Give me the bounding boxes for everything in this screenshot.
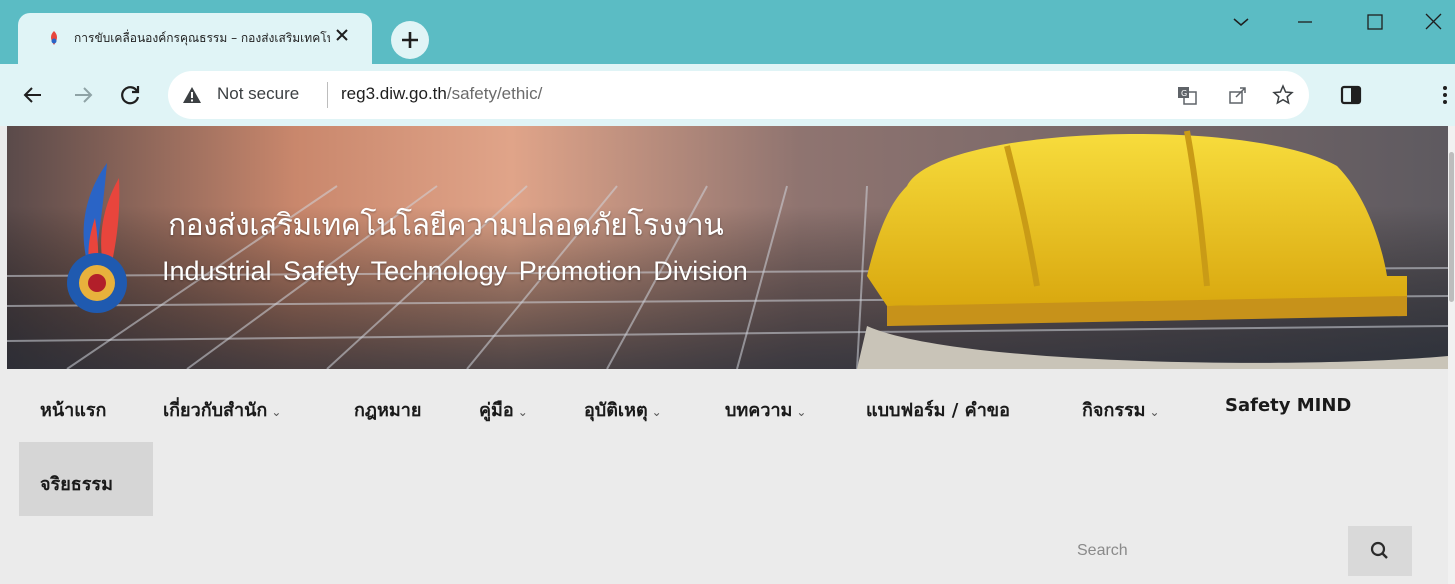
chevron-down-icon: ⌄ — [796, 405, 807, 419]
search-icon — [1370, 541, 1388, 559]
back-arrow-icon[interactable] — [20, 82, 46, 108]
division-logo — [67, 163, 127, 313]
chevron-down-icon: ⌄ — [517, 405, 528, 419]
menu-item-forms[interactable]: แบบฟอร์ม / คำขอ — [866, 395, 1010, 424]
close-tab-icon[interactable] — [332, 25, 352, 45]
address-bar[interactable]: Not secure reg3.diw.go.th/safety/ethic/ … — [168, 71, 1309, 119]
menu-item-about[interactable]: เกี่ยวกับสำนัก ⌄ — [163, 395, 281, 424]
menu-item-articles[interactable]: บทความ ⌄ — [725, 395, 806, 424]
menu-item-ethics-label: จริยธรรม — [40, 474, 113, 495]
menu-item-label: กฎหมาย — [354, 400, 422, 421]
browser-tab[interactable]: การขับเคลื่อนองค์กรคุณธรรม – กองส่งเสริม… — [18, 13, 372, 64]
close-window-button[interactable] — [1413, 2, 1455, 42]
menu-item-label: Safety MIND — [1225, 395, 1352, 416]
menu-item-safety-mind[interactable]: Safety MIND — [1225, 395, 1351, 416]
new-tab-button[interactable] — [391, 21, 429, 59]
reload-icon[interactable] — [117, 82, 143, 108]
banner-title-thai: กองส่งเสริมเทคโนโลยีความปลอดภัยโรงงาน — [168, 208, 724, 243]
url-text[interactable]: reg3.diw.go.th/safety/ethic/ — [341, 84, 542, 104]
close-icon — [1425, 13, 1442, 30]
menu-item-label: หน้าแรก — [40, 400, 107, 421]
banner-title-english: Industrial Safety Technology Promotion D… — [162, 256, 748, 286]
bookmark-star-icon[interactable] — [1272, 84, 1294, 106]
share-icon[interactable] — [1227, 84, 1249, 106]
browser-toolbar: Not secure reg3.diw.go.th/safety/ethic/ … — [0, 64, 1455, 126]
menu-item-label: บทความ — [725, 400, 793, 421]
plus-icon — [402, 32, 418, 48]
site-favicon-icon — [51, 31, 57, 45]
menu-item-label: คู่มือ — [479, 400, 514, 421]
search-button[interactable] — [1348, 526, 1412, 576]
menu-item-label: แบบฟอร์ม / คำขอ — [866, 400, 1010, 421]
minimize-icon — [1298, 21, 1312, 23]
side-panel-icon[interactable] — [1338, 82, 1364, 108]
translate-icon[interactable]: G — [1176, 84, 1198, 106]
menu-item-accident[interactable]: อุบัติเหตุ ⌄ — [584, 395, 662, 424]
menu-item-label: อุบัติเหตุ — [584, 400, 648, 421]
page-scrollbar-thumb[interactable] — [1449, 152, 1454, 302]
maximize-icon — [1367, 14, 1383, 30]
search-input[interactable] — [1063, 526, 1348, 576]
browser-menu-icon[interactable] — [1432, 82, 1455, 108]
tab-search-button[interactable] — [1216, 2, 1266, 42]
menu-item-law[interactable]: กฎหมาย — [354, 395, 421, 424]
site-header-banner: กองส่งเสริมเทคโนโลยีความปลอดภัยโรงงาน In… — [7, 126, 1448, 369]
warning-triangle-icon[interactable] — [182, 85, 202, 105]
chevron-down-icon: ⌄ — [271, 405, 282, 419]
chevron-down-icon: ⌄ — [651, 405, 662, 419]
menu-item-manual[interactable]: คู่มือ ⌄ — [479, 395, 528, 424]
security-status-label[interactable]: Not secure — [217, 84, 299, 104]
chevron-down-icon: ⌄ — [1149, 405, 1160, 419]
browser-tab-strip: การขับเคลื่อนองค์กรคุณธรรม – กองส่งเสริม… — [0, 0, 1455, 64]
url-host: reg3.diw.go.th — [341, 84, 447, 103]
menu-item-label: เกี่ยวกับสำนัก — [163, 400, 268, 421]
chevron-down-icon — [1233, 18, 1249, 26]
address-divider — [327, 82, 328, 108]
tab-title: การขับเคลื่อนองค์กรคุณธรรม – กองส่งเสริม… — [74, 31, 330, 45]
url-path: /safety/ethic/ — [446, 84, 543, 103]
menu-item-home[interactable]: หน้าแรก — [40, 395, 106, 424]
menu-item-activities[interactable]: กิจกรรม ⌄ — [1082, 395, 1160, 424]
maximize-button[interactable] — [1350, 2, 1400, 42]
svg-text:G: G — [1181, 89, 1187, 98]
menu-item-label: กิจกรรม — [1082, 400, 1146, 421]
minimize-button[interactable] — [1280, 2, 1330, 42]
forward-arrow-icon[interactable] — [70, 82, 96, 108]
